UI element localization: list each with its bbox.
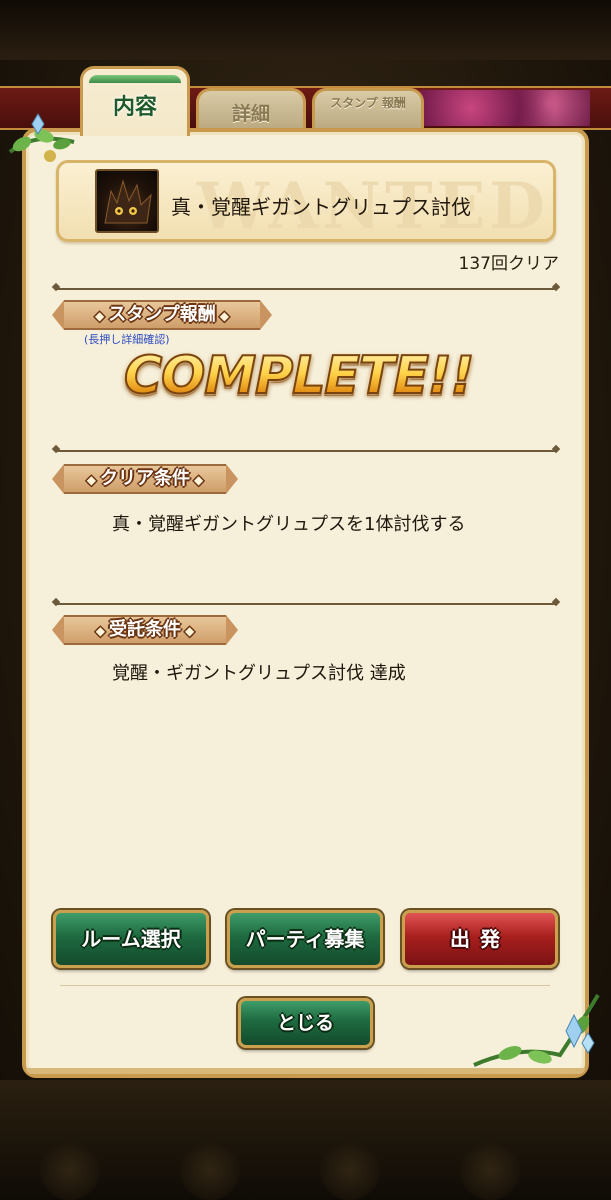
vine-leaf-icon	[8, 113, 75, 162]
party-recruit-label: パーティ募集	[245, 927, 365, 951]
tab-stamp-reward[interactable]: スタンプ 報酬	[312, 88, 424, 132]
depart-label: 出発	[450, 927, 510, 951]
long-press-hint: (長押し詳細確認)	[84, 333, 170, 346]
clear-count: 137回クリア	[458, 254, 559, 274]
stamp-reward-ribbon: ◆ スタンプ報酬 ◆	[52, 300, 272, 330]
close-label: とじる	[276, 1012, 334, 1034]
decorative-emblem	[40, 1140, 100, 1200]
diamond-icon: ◆	[219, 309, 229, 323]
decorative-emblem	[180, 1140, 240, 1200]
quest-header: WANTED 真・覚醒ギガントグリュプス討伐	[56, 160, 556, 242]
divider	[55, 450, 557, 452]
bottom-background	[0, 1080, 611, 1200]
diamond-icon: ◆	[86, 473, 96, 487]
divider	[55, 288, 557, 290]
tab-details[interactable]: 詳細	[196, 88, 306, 132]
top-background	[0, 0, 611, 60]
vine-leaf-icon	[473, 993, 600, 1067]
diamond-icon: ◆	[95, 624, 105, 638]
clear-condition-ribbon: ◆ クリア条件 ◆	[52, 464, 238, 494]
accept-condition-text: 覚醒・ギガントグリュプス討伐 達成	[112, 663, 406, 684]
decorative-emblem	[320, 1140, 380, 1200]
clear-condition-heading: クリア条件	[100, 468, 190, 489]
tab-details-label: 詳細	[231, 103, 270, 125]
clear-condition-text: 真・覚醒ギガントグリュプスを1体討伐する	[112, 514, 466, 535]
accept-condition-heading: 受託条件	[109, 619, 181, 640]
tab-contents-label: 内容	[112, 95, 157, 120]
accept-condition-ribbon: ◆ 受託条件 ◆	[52, 615, 238, 645]
tab-stamp-reward-label: スタンプ 報酬	[330, 96, 406, 110]
depart-button[interactable]: 出発	[402, 910, 558, 968]
background-flower	[420, 90, 590, 126]
stamp-complete-status[interactable]: COMPLETE!!	[123, 345, 475, 407]
room-select-button[interactable]: ルーム選択	[53, 910, 209, 968]
stamp-reward-heading: スタンプ報酬	[108, 304, 216, 325]
quest-title: 真・覚醒ギガントグリュプス討伐	[171, 195, 471, 219]
party-recruit-button[interactable]: パーティ募集	[227, 910, 383, 968]
diamond-icon: ◆	[95, 309, 105, 323]
room-select-label: ルーム選択	[81, 927, 181, 951]
monster-portrait-icon	[95, 169, 159, 233]
divider	[55, 603, 557, 605]
decorative-emblem	[460, 1140, 520, 1200]
tab-contents[interactable]: 内容	[80, 66, 190, 136]
diamond-icon: ◆	[185, 624, 195, 638]
diamond-icon: ◆	[194, 473, 204, 487]
close-button[interactable]: とじる	[238, 998, 373, 1048]
